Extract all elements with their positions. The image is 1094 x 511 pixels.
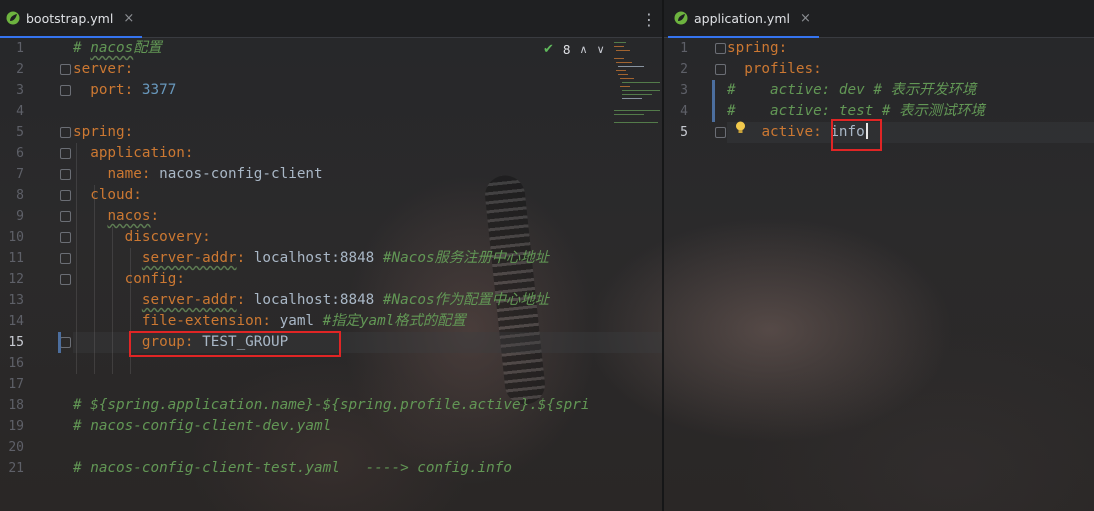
- close-icon[interactable]: ×: [123, 11, 134, 26]
- code-line: profiles:: [744, 61, 822, 77]
- line-number: 12: [8, 272, 24, 287]
- highlight-box-group: [129, 331, 341, 357]
- line-number: 6: [16, 146, 24, 161]
- code-area-left[interactable]: # nacos配置 server: port: 3377 spring: app…: [73, 38, 663, 511]
- line-number-current: 5: [680, 125, 688, 140]
- editor-left[interactable]: bootstrap.yml × ⋮ 1 2 3 4 5 6 7 8 9 10 1…: [0, 0, 663, 511]
- fold-toggle-icon[interactable]: [715, 127, 726, 138]
- line-number: 5: [16, 125, 24, 140]
- editor-right[interactable]: application.yml × 1 2 3 4 5 spring: prof…: [664, 0, 1094, 511]
- line-number: 9: [16, 209, 24, 224]
- fold-toggle-icon[interactable]: [60, 274, 71, 285]
- checkmark-icon: ✔: [543, 42, 554, 57]
- code-line: # ${spring.application.name}-${spring.pr…: [73, 397, 590, 413]
- change-marker: [712, 80, 715, 122]
- tab-title: bootstrap.yml: [26, 10, 114, 26]
- code-line: nacos:: [107, 208, 160, 224]
- code-line: server:: [73, 61, 134, 77]
- code-line: application:: [90, 145, 194, 161]
- fold-toggle-icon[interactable]: [60, 64, 71, 75]
- fold-toggle-icon[interactable]: [60, 337, 71, 348]
- code-area-right[interactable]: spring: profiles: # active: dev # 表示开发环境…: [727, 38, 1094, 511]
- code-line: server-addr: localhost:8848 #Nacos作为配置中心…: [141, 292, 549, 308]
- next-highlight-icon[interactable]: ∨: [597, 43, 605, 56]
- tab-application-yml[interactable]: application.yml ×: [668, 0, 819, 38]
- fold-toggle-icon[interactable]: [60, 211, 71, 222]
- code-line: discovery:: [124, 229, 211, 245]
- line-number: 18: [8, 398, 24, 413]
- more-options-icon[interactable]: ⋮: [641, 10, 657, 29]
- line-number: 3: [16, 83, 24, 98]
- line-number: 21: [8, 461, 24, 476]
- code-line: # nacos配置: [73, 40, 162, 56]
- line-number: 14: [8, 314, 24, 329]
- line-number: 8: [16, 188, 24, 203]
- minimap[interactable]: [614, 40, 660, 130]
- code-line: cloud:: [90, 187, 142, 203]
- code-line: spring:: [73, 124, 134, 140]
- line-number-gutter[interactable]: 1 2 3 4 5 6 7 8 9 10 11 12 13 14 15 16 1…: [0, 38, 71, 511]
- fold-toggle-icon[interactable]: [715, 64, 726, 75]
- tab-title: application.yml: [694, 10, 790, 26]
- line-number: 13: [8, 293, 24, 308]
- previous-highlight-icon[interactable]: ∧: [580, 43, 588, 56]
- line-number: 17: [8, 377, 24, 392]
- line-number: 1: [680, 41, 688, 56]
- line-number: 19: [8, 419, 24, 434]
- fold-toggle-icon[interactable]: [60, 148, 71, 159]
- code-line: spring:: [727, 40, 788, 56]
- fold-toggle-icon[interactable]: [60, 85, 71, 96]
- close-icon[interactable]: ×: [800, 11, 811, 26]
- spring-leaf-icon: [6, 11, 20, 25]
- tab-bar-right: application.yml ×: [664, 0, 1094, 38]
- line-number-gutter[interactable]: 1 2 3 4 5: [664, 38, 730, 511]
- fold-toggle-icon[interactable]: [715, 43, 726, 54]
- line-number: 7: [16, 167, 24, 182]
- code-line: port: 3377: [90, 82, 177, 98]
- line-number: 3: [680, 83, 688, 98]
- fold-toggle-icon[interactable]: [60, 190, 71, 201]
- line-number-current: 15: [8, 335, 24, 350]
- code-line: server-addr: localhost:8848 #Nacos服务注册中心…: [141, 250, 549, 266]
- line-number: 4: [680, 104, 688, 119]
- fold-toggle-icon[interactable]: [60, 169, 71, 180]
- fold-toggle-icon[interactable]: [60, 127, 71, 138]
- line-number: 4: [16, 104, 24, 119]
- line-number: 10: [8, 230, 24, 245]
- tab-bootstrap-yml[interactable]: bootstrap.yml ×: [0, 0, 143, 38]
- code-line: # nacos-config-client-test.yaml ----> co…: [73, 460, 512, 476]
- code-line: # nacos-config-client-dev.yaml: [73, 418, 332, 434]
- tab-bar-left: bootstrap.yml × ⋮: [0, 0, 663, 38]
- line-number: 20: [8, 440, 24, 455]
- fold-toggle-icon[interactable]: [60, 253, 71, 264]
- code-line: # active: dev # 表示开发环境: [727, 82, 977, 98]
- inspection-widget[interactable]: ✔ 8 ∧ ∨: [543, 42, 605, 57]
- line-number: 1: [16, 41, 24, 56]
- code-line: config:: [124, 271, 185, 287]
- lightbulb-icon[interactable]: [735, 121, 746, 135]
- line-number: 2: [16, 62, 24, 77]
- line-number: 11: [8, 251, 24, 266]
- inspection-count: 8: [562, 42, 571, 57]
- highlight-box-active: [831, 119, 882, 151]
- line-number: 2: [680, 62, 688, 77]
- change-marker: [58, 332, 61, 353]
- code-line: file-extension: yaml #指定yaml格式的配置: [141, 313, 466, 329]
- code-line: name: nacos-config-client: [107, 166, 323, 182]
- line-number: 16: [8, 356, 24, 371]
- spring-leaf-icon: [674, 11, 688, 25]
- fold-toggle-icon[interactable]: [60, 232, 71, 243]
